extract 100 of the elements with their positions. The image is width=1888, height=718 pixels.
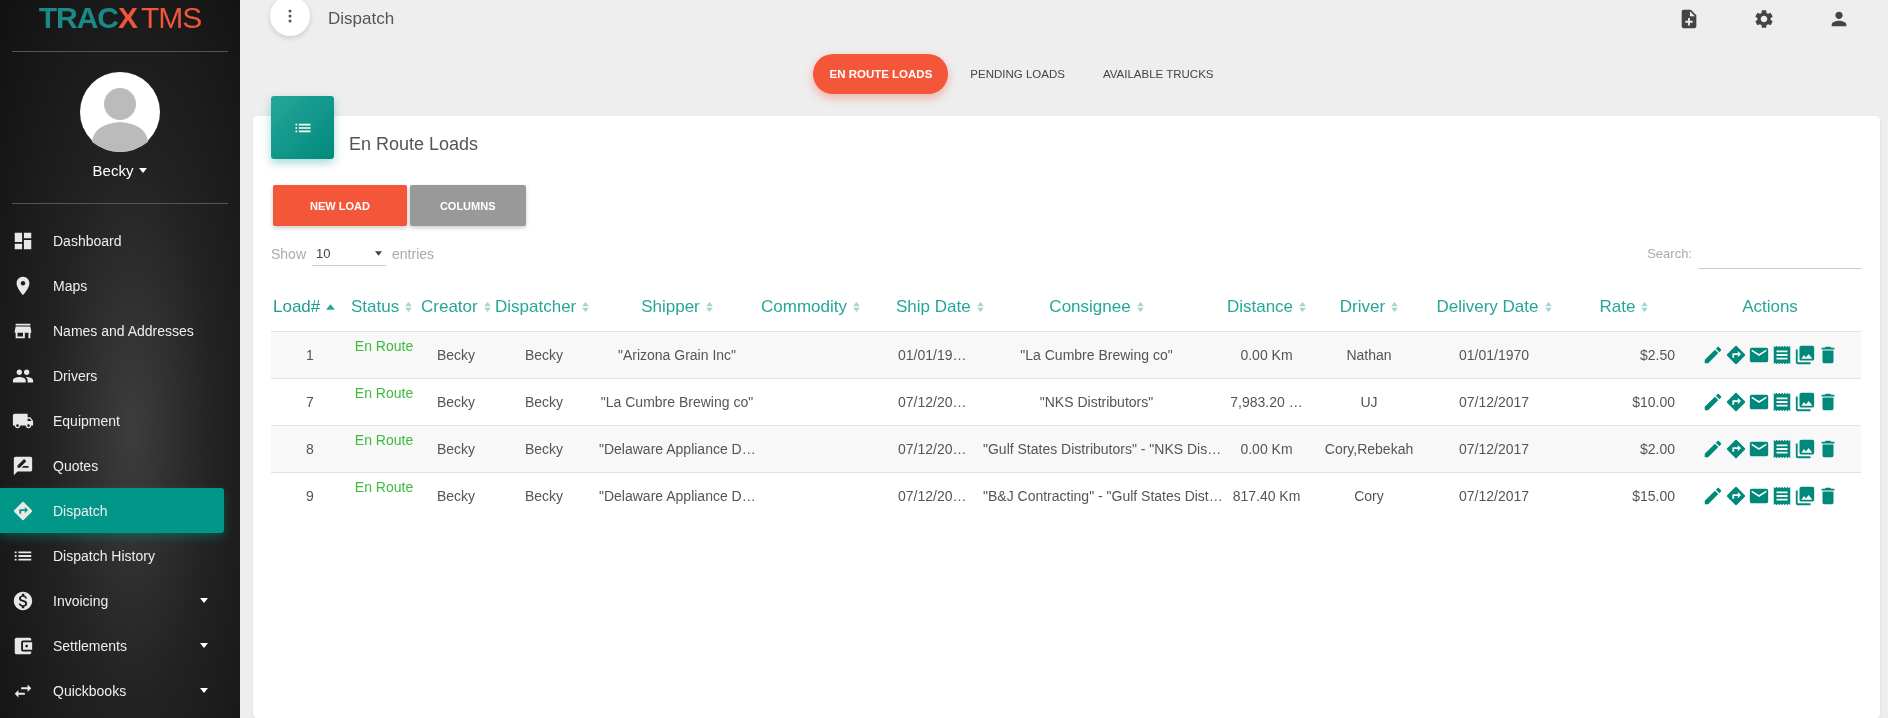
sort-icon [852,302,860,312]
table-cell: "B&J Contracting" - "Gulf States Dist… [983,488,1223,504]
table-cell: 07/12/20… [898,441,967,457]
sort-icon [483,302,491,312]
table-cell: 9 [306,488,314,504]
table-cell: 7,983.20 … [1230,394,1303,410]
status-text: En Route [354,338,414,354]
table-cell: "Gulf States Distributors" - "NKS Dis… [983,441,1222,457]
sidebar-item[interactable]: Dispatch History [0,533,224,578]
sidebar-label: Equipment [53,412,121,429]
tab[interactable]: AVAILABLE TRUCKS [1086,54,1230,94]
sidebar-label: Quickbooks [53,682,128,699]
table-cell: 8 [306,441,314,457]
column-header[interactable]: Status [351,297,413,317]
search-label: Search: [1647,246,1692,261]
table-cell: 07/12/20… [898,488,967,504]
sort-ascending-icon [326,304,336,310]
directions-icon [12,499,34,522]
table-cell: 07/12/2017 [1458,441,1530,457]
table-cell: $15.00 [1632,488,1675,504]
sort-icon [705,302,713,312]
column-header[interactable]: Distance [1226,297,1307,317]
caret-icon [375,250,383,256]
table-cell: Becky [524,394,564,410]
status-text: En Route [354,432,414,448]
column-header[interactable]: Creator [421,297,491,317]
status-text: En Route [354,479,414,495]
sidebar-item[interactable]: Drivers [0,353,224,398]
sort-icon [1544,302,1552,312]
settings-icon[interactable] [1753,8,1775,30]
column-header[interactable]: Delivery Date [1436,297,1552,317]
table-cell: Nathan [1346,347,1392,363]
table-cell: "La Cumbre Brewing co" [1020,347,1173,363]
column-header[interactable]: Consignee [1049,297,1144,317]
table-cell: $2.00 [1639,441,1675,457]
table-cell: "La Cumbre Brewing co" [600,394,754,410]
sidebar-item[interactable]: Maps [0,263,224,308]
sidebar-item[interactable]: Names and Addresses [0,308,224,353]
directions-icon[interactable] [1724,344,1747,366]
sidebar-label: Dispatch History [53,547,156,564]
column-header[interactable]: Dispatcher [495,297,590,317]
sidebar-item[interactable]: Dispatch [0,488,224,533]
column-header[interactable]: Rate [1599,297,1649,317]
table-cell: "Delaware Appliance D… [599,488,756,504]
caret-icon [139,168,148,173]
sort-icon [1641,302,1649,312]
show-label: Show [271,245,307,262]
column-header[interactable]: Shipper [641,297,713,317]
sort-icon [1136,302,1144,312]
logo: TRACXTMS [12,0,228,52]
table-cell: $2.50 [1639,347,1675,363]
column-header[interactable]: Ship Date [896,297,984,317]
sort-icon [582,302,590,312]
photos-icon[interactable] [1793,485,1816,507]
table-cell: Becky [524,488,564,504]
card-title: En Route Loads [349,134,479,155]
sidebar-item[interactable]: Quickbooks [0,668,224,713]
action-button[interactable]: COLUMNS [409,185,526,226]
sort-icon [1391,302,1399,312]
table-cell: 01/01/1970 [1458,347,1530,363]
table-cell: 0.00 Km [1240,441,1293,457]
photos-icon[interactable] [1793,344,1816,366]
tab[interactable]: EN ROUTE LOADS [813,54,949,94]
sort-icon [976,302,984,312]
column-header[interactable]: Load# [273,297,336,317]
entries-select[interactable]: 10 [312,241,387,266]
sidebar-item[interactable]: Settlements [0,623,224,668]
page-title: Dispatch [328,9,396,29]
directions-icon[interactable] [1724,391,1747,413]
sidebar-label: Dashboard [53,232,123,249]
directions-icon[interactable] [1724,438,1747,460]
quote-bubble-icon [12,454,34,477]
column-header[interactable]: Driver [1339,297,1399,317]
table-cell: "Arizona Grain Inc" [617,347,737,363]
sidebar-item[interactable]: Dashboard [0,218,224,263]
column-header: Actions [1742,297,1798,317]
directions-icon[interactable] [1724,485,1747,507]
sidebar-item[interactable]: Quotes [0,443,224,488]
photos-icon[interactable] [1793,391,1816,413]
status-text: En Route [354,385,414,401]
sidebar-label: Names and Addresses [53,322,195,339]
table-cell: 0.00 Km [1240,347,1293,363]
action-button[interactable]: NEW LOAD [273,185,407,226]
tab[interactable]: PENDING LOADS [954,54,1081,94]
column-header[interactable]: Commodity [761,297,860,317]
table-cell: 07/12/2017 [1458,394,1530,410]
sort-icon [405,302,413,312]
sidebar-item[interactable]: Equipment [0,398,224,443]
user-menu[interactable]: Becky [92,162,148,179]
table-cell: 7 [306,394,314,410]
table-cell: UJ [1360,394,1378,410]
table-cell: Becky [436,441,476,457]
table-cell: Becky [436,488,476,504]
table-cell: 01/01/19… [898,347,967,363]
sidebar-item[interactable]: Invoicing [0,578,224,623]
caret-icon [200,643,208,648]
table-cell: Becky [436,394,476,410]
table-cell: 1 [306,347,314,363]
photos-icon[interactable] [1793,438,1816,460]
table-cell: 07/12/20… [898,394,967,410]
